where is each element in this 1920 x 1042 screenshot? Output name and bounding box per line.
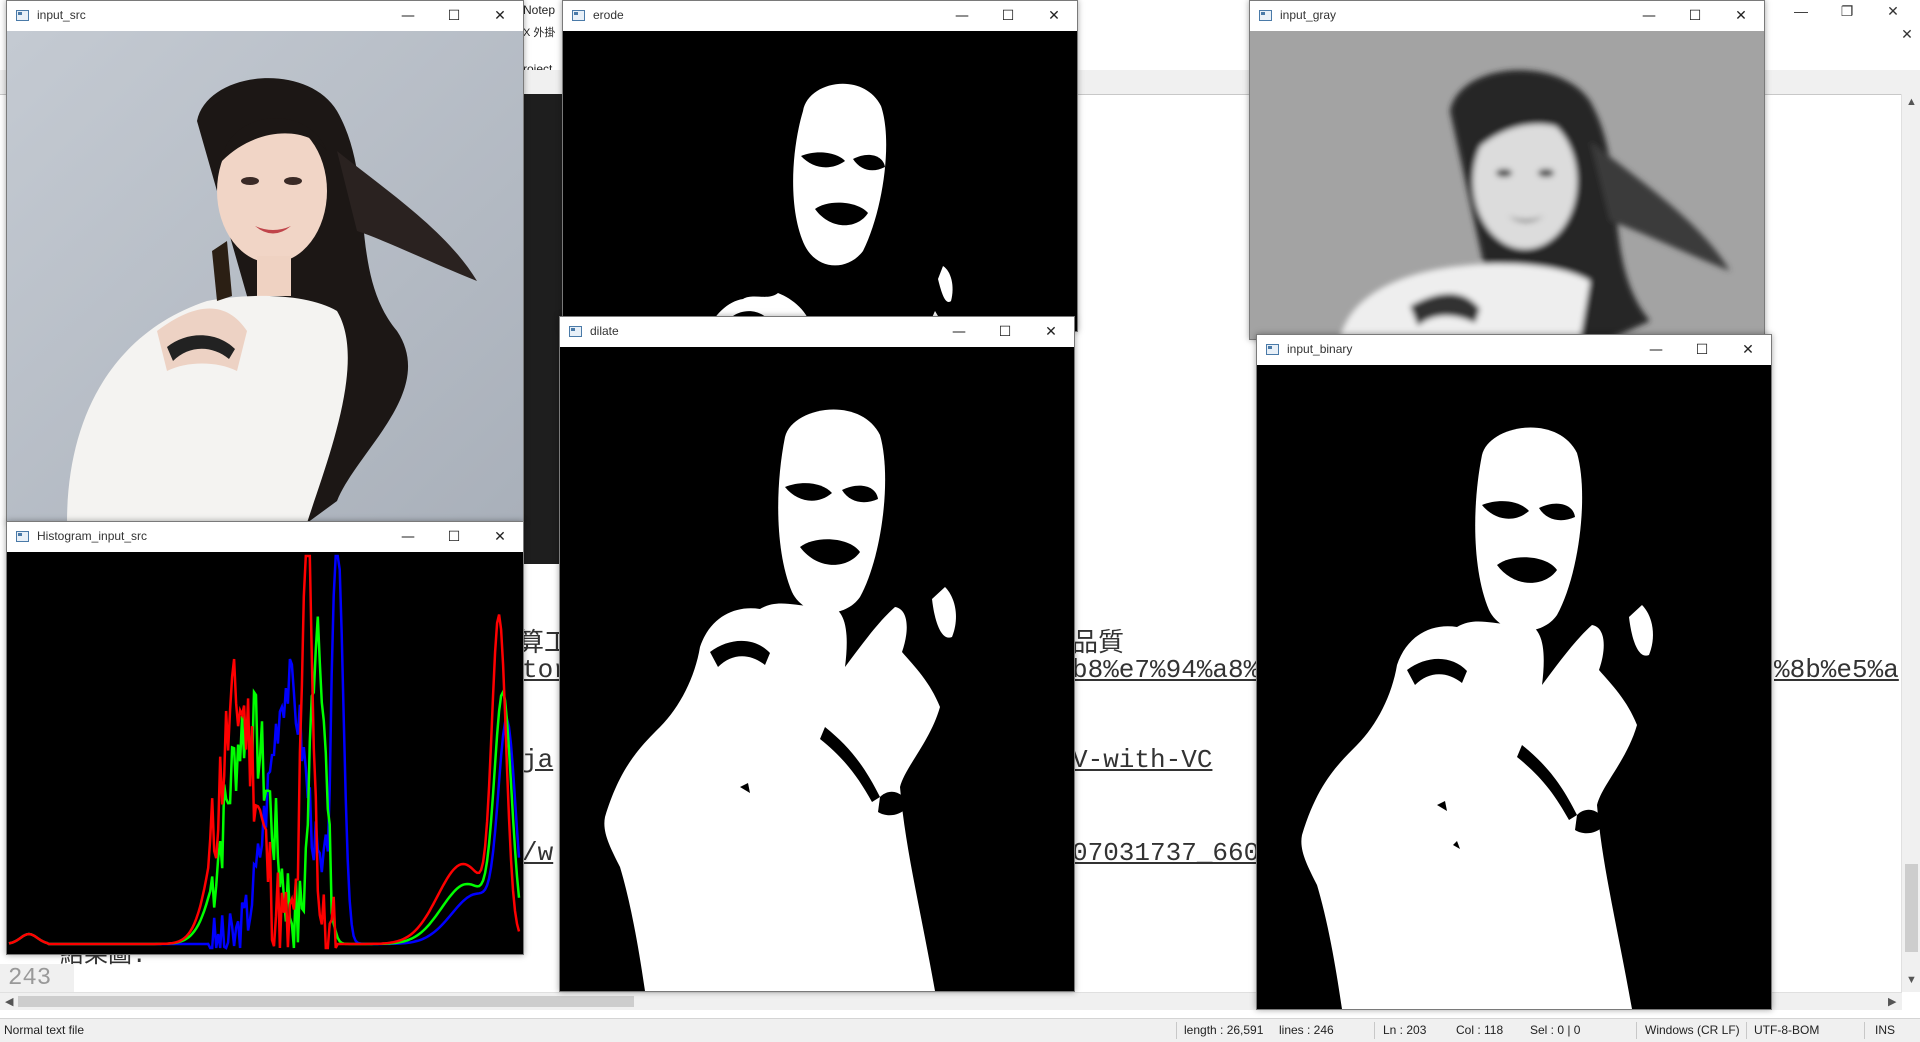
image-input-src [7, 31, 523, 523]
minimize-button[interactable]: — [1633, 335, 1679, 365]
maximize-button[interactable]: ☐ [431, 522, 477, 552]
minimize-button[interactable]: — [385, 522, 431, 552]
app-icon [16, 531, 29, 542]
vertical-scroll-thumb[interactable] [1905, 864, 1918, 952]
scroll-up-icon[interactable]: ▲ [1906, 96, 1917, 108]
scroll-left-icon[interactable]: ◀ [5, 995, 13, 1008]
code-line: b8%e7%94%a8% [1072, 655, 1260, 685]
status-separator [1746, 1022, 1747, 1039]
editor-caption: Notep [523, 3, 556, 17]
scroll-down-icon[interactable]: ▼ [1906, 974, 1917, 986]
window-title: input_binary [1287, 342, 1353, 356]
status-separator [1864, 1022, 1865, 1039]
window-input-src[interactable]: input_src — ☐ ✕ [6, 0, 524, 524]
minimize-button[interactable]: — [936, 317, 982, 347]
status-col: Col : 118 [1456, 1023, 1504, 1037]
status-mode: INS [1875, 1023, 1896, 1037]
minimize-button[interactable]: — [1626, 1, 1672, 31]
close-button[interactable]: ✕ [1031, 1, 1077, 31]
app-icon [1259, 10, 1272, 21]
window-dilate[interactable]: dilate — ☐ ✕ [559, 316, 1075, 992]
status-lines: lines : 246 [1279, 1023, 1334, 1037]
status-eol: Windows (CR LF) [1645, 1023, 1740, 1037]
editor-close-button[interactable]: ✕ [1872, 0, 1914, 22]
vertical-scrollbar[interactable]: ▲ ▼ [1901, 94, 1920, 992]
window-titlebar[interactable]: input_gray — ☐ ✕ [1250, 1, 1764, 31]
app-icon [16, 10, 29, 21]
status-sel: Sel : 0 | 0 [1530, 1023, 1581, 1037]
code-line: %8b%e5%a [1774, 655, 1899, 685]
code-line: 07031737_660 [1072, 838, 1260, 868]
image-input-gray [1250, 31, 1764, 339]
status-file-type: Normal text file [4, 1023, 85, 1037]
doc-close-icon[interactable]: ✕ [1896, 24, 1918, 44]
close-button[interactable]: ✕ [1028, 317, 1074, 347]
app-icon [572, 10, 585, 21]
app-icon [1266, 344, 1279, 355]
status-separator [1176, 1022, 1177, 1039]
window-titlebar[interactable]: input_src — ☐ ✕ [7, 1, 523, 31]
image-input-binary [1257, 365, 1771, 1009]
app-icon [569, 326, 582, 337]
horizontal-scroll-thumb[interactable] [18, 996, 634, 1007]
code-line: /w [522, 838, 554, 868]
window-input-binary[interactable]: input_binary — ☐ ✕ [1256, 334, 1772, 1010]
line-number-gutter: 243 [0, 964, 74, 994]
close-button[interactable]: ✕ [1725, 335, 1771, 365]
window-titlebar[interactable]: erode — ☐ ✕ [563, 1, 1077, 31]
status-encoding: UTF-8-BOM [1754, 1023, 1820, 1037]
close-button[interactable]: ✕ [477, 1, 523, 31]
window-title: input_src [37, 8, 86, 22]
close-button[interactable]: ✕ [477, 522, 523, 552]
line-number: 243 [8, 965, 52, 992]
code-line: 品質 [1072, 629, 1125, 659]
window-titlebar[interactable]: dilate — ☐ ✕ [560, 317, 1074, 347]
image-erode [563, 31, 1077, 331]
status-length: length : 26,591 [1184, 1023, 1264, 1037]
window-title: Histogram_input_src [37, 529, 148, 543]
code-line: ja [522, 745, 554, 775]
editor-minimize-button[interactable]: — [1780, 0, 1822, 22]
maximize-button[interactable]: ☐ [1672, 1, 1718, 31]
window-erode[interactable]: erode — ☐ ✕ [562, 0, 1078, 332]
window-title: input_gray [1280, 8, 1337, 22]
status-ln: Ln : 203 [1383, 1023, 1427, 1037]
editor-dark-panel [522, 94, 562, 564]
close-button[interactable]: ✕ [1718, 1, 1764, 31]
maximize-button[interactable]: ☐ [982, 317, 1028, 347]
minimize-button[interactable]: — [939, 1, 985, 31]
maximize-button[interactable]: ☐ [431, 1, 477, 31]
status-bar: Normal text file length : 26,591 lines :… [0, 1018, 1920, 1042]
image-dilate [560, 347, 1074, 991]
code-line: V-with-VC [1072, 745, 1213, 775]
window-input-gray[interactable]: input_gray — ☐ ✕ [1249, 0, 1765, 340]
window-histogram[interactable]: Histogram_input_src — ☐ ✕ [6, 521, 524, 955]
scroll-right-icon[interactable]: ▶ [1888, 995, 1896, 1008]
maximize-button[interactable]: ☐ [1679, 335, 1725, 365]
status-separator [1374, 1022, 1375, 1039]
window-titlebar[interactable]: input_binary — ☐ ✕ [1257, 335, 1771, 365]
minimize-button[interactable]: — [385, 1, 431, 31]
window-title: erode [593, 8, 624, 22]
histogram-canvas [7, 552, 523, 954]
status-separator [1636, 1022, 1637, 1039]
window-title: dilate [590, 324, 619, 338]
maximize-button[interactable]: ☐ [985, 1, 1031, 31]
window-titlebar[interactable]: Histogram_input_src — ☐ ✕ [7, 522, 523, 552]
editor-menu-fragment[interactable]: X 外掛 [523, 24, 555, 40]
editor-restore-button[interactable]: ❐ [1826, 0, 1868, 22]
